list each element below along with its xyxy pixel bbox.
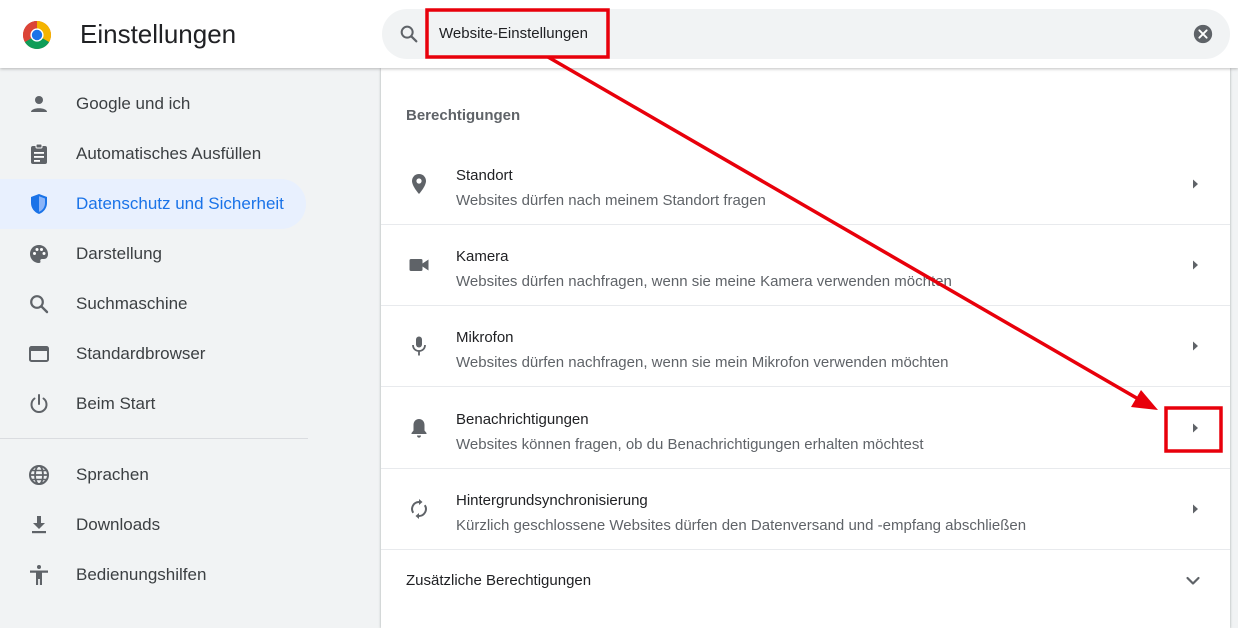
power-icon — [30, 394, 48, 413]
sidebar-item-label: Downloads — [76, 515, 161, 534]
microphone-icon — [412, 336, 426, 356]
page-title: Einstellungen — [80, 19, 237, 49]
additional-permissions-label: Zusätzliche Berechtigungen — [406, 572, 592, 589]
person-icon — [31, 96, 47, 112]
permission-subtitle: Kürzlich geschlossene Websites dürfen de… — [456, 517, 1027, 534]
globe-icon — [29, 465, 49, 485]
row-divider — [381, 386, 1230, 387]
sidebar-item-label: Automatisches Ausfüllen — [76, 144, 262, 163]
sidebar-item-search-engine[interactable]: Suchmaschine — [0, 279, 306, 329]
sidebar-item-label: Darstellung — [76, 244, 162, 263]
sidebar-item-label: Datenschutz und Sicherheit — [76, 194, 284, 213]
chevron-down-icon[interactable] — [1181, 569, 1205, 593]
arrow-right-icon[interactable] — [1185, 418, 1205, 438]
permission-title: Kamera — [456, 248, 509, 265]
sidebar-item-google-und-ich[interactable]: Google und ich — [0, 79, 306, 129]
sidebar-item-privacy-security[interactable]: Datenschutz und Sicherheit — [0, 179, 306, 229]
sidebar-item-label: Sprachen — [76, 465, 149, 484]
sidebar-item-label: Suchmaschine — [76, 294, 188, 313]
additional-permissions-toggle[interactable]: Zusätzliche Berechtigungen — [381, 550, 1230, 612]
permission-title: Mikrofon — [456, 329, 514, 346]
sidebar-divider — [0, 438, 308, 439]
chrome-logo-icon — [23, 21, 51, 49]
search-icon — [400, 25, 418, 43]
top-bar: Einstellungen Website-Einstellungen — [0, 0, 1238, 68]
permissions-card: Berechtigungen Standort Websites dürfen … — [381, 68, 1230, 628]
bell-icon — [411, 419, 427, 438]
sidebar-item-appearance[interactable]: Darstellung — [0, 229, 306, 279]
permission-row-microphone[interactable]: Mikrofon Websites dürfen nachfragen, wen… — [381, 306, 1230, 387]
accessibility-icon — [30, 565, 48, 585]
sidebar-item-label: Beim Start — [76, 394, 156, 413]
sidebar-item-default-browser[interactable]: Standardbrowser — [0, 329, 306, 379]
arrow-right-icon[interactable] — [1185, 336, 1205, 356]
download-icon — [32, 516, 46, 534]
permission-row-camera[interactable]: Kamera Websites dürfen nachfragen, wenn … — [381, 225, 1230, 306]
sidebar-nav: Google und ich Automatisches Ausfüllen D… — [0, 68, 320, 609]
sidebar-item-label: Standardbrowser — [76, 344, 206, 363]
permission-subtitle: Websites dürfen nachfragen, wenn sie mei… — [456, 354, 949, 371]
permission-row-location[interactable]: Standort Websites dürfen nach meinem Sta… — [381, 144, 1230, 225]
clear-search-icon[interactable] — [1192, 23, 1214, 45]
arrow-right-icon[interactable] — [1185, 499, 1205, 519]
browser-window-icon — [29, 346, 49, 362]
arrow-right-icon[interactable] — [1185, 255, 1205, 275]
shield-icon — [31, 194, 47, 214]
sidebar-item-label: Bedienungshilfen — [76, 565, 207, 584]
location-pin-icon — [412, 174, 426, 194]
clipboard-icon — [31, 143, 47, 164]
settings-search-box[interactable]: Website-Einstellungen — [382, 9, 1230, 59]
sidebar-item-downloads[interactable]: Downloads — [0, 500, 306, 550]
sync-icon — [411, 499, 427, 519]
permission-title: Hintergrundsynchronisierung — [456, 492, 648, 509]
permission-subtitle: Websites können fragen, ob du Benachrich… — [456, 436, 924, 453]
permission-title: Benachrichtigungen — [456, 411, 589, 428]
sidebar-item-autofill[interactable]: Automatisches Ausfüllen — [0, 129, 306, 179]
permission-row-background-sync[interactable]: Hintergrundsynchronisierung Kürzlich ges… — [381, 469, 1230, 550]
search-icon — [30, 295, 49, 314]
sidebar-item-languages[interactable]: Sprachen — [0, 450, 306, 500]
permission-title: Standort — [456, 167, 513, 184]
section-title: Berechtigungen — [406, 107, 521, 124]
camera-icon — [409, 259, 429, 271]
search-input[interactable]: Website-Einstellungen — [439, 9, 588, 59]
permission-subtitle: Websites dürfen nach meinem Standort fra… — [456, 192, 766, 209]
permission-subtitle: Websites dürfen nachfragen, wenn sie mei… — [456, 273, 952, 290]
sidebar-item-label: Google und ich — [76, 94, 191, 113]
palette-icon — [30, 245, 48, 263]
sidebar-item-on-startup[interactable]: Beim Start — [0, 379, 306, 429]
permission-row-notifications[interactable]: Benachrichtigungen Websites können frage… — [381, 388, 1230, 469]
arrow-right-icon[interactable] — [1185, 174, 1205, 194]
sidebar-item-accessibility[interactable]: Bedienungshilfen — [0, 550, 306, 600]
